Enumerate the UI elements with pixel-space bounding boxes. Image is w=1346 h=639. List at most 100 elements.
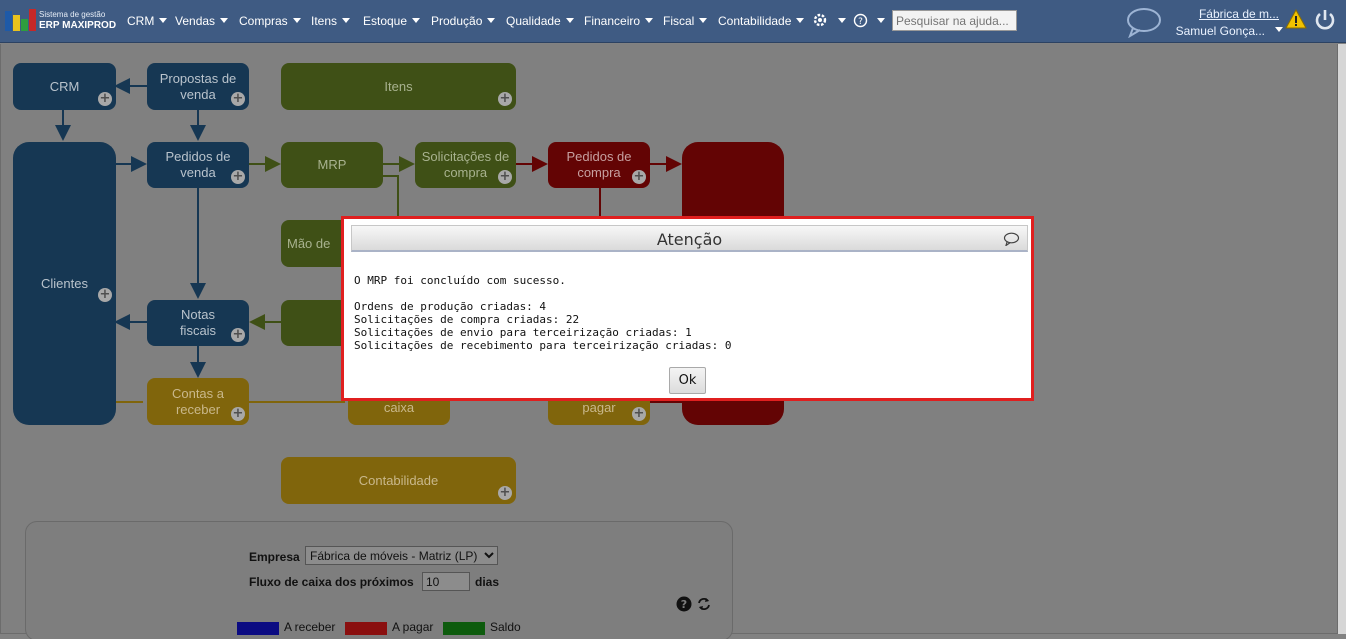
node-crm[interactable]: CRM + (13, 63, 116, 110)
chevron-down-icon (796, 18, 805, 23)
refresh-icon[interactable] (697, 597, 711, 611)
empresa-select[interactable]: Fábrica de móveis - Matriz (LP) (305, 546, 498, 565)
add-icon[interactable]: + (231, 407, 245, 421)
help-menu[interactable]: ? (853, 13, 885, 28)
node-label: caixa (383, 400, 415, 415)
legend-swatch-receber (237, 622, 279, 635)
warning-icon[interactable] (1285, 9, 1307, 29)
menu-vendas[interactable]: Vendas (175, 14, 229, 28)
chevron-down-icon[interactable] (1275, 27, 1283, 32)
add-icon[interactable]: + (98, 288, 112, 302)
node-contabilidade[interactable]: Contabilidade + (281, 457, 516, 504)
fluxo-label: Fluxo de caixa dos próximos (249, 575, 414, 589)
add-icon[interactable]: + (632, 407, 646, 421)
node-pedidos-compra[interactable]: Pedidos de compra + (548, 142, 650, 188)
node-notas-fiscais[interactable]: Notas fiscais + (147, 300, 249, 346)
menu-fiscal[interactable]: Fiscal (663, 14, 708, 28)
node-label: Mão de (287, 235, 331, 251)
add-icon[interactable]: + (632, 170, 646, 184)
add-icon[interactable]: + (498, 486, 512, 500)
node-label: CRM (49, 78, 80, 94)
user-name[interactable]: Samuel Gonça... (1176, 24, 1265, 38)
menu-itens[interactable]: Itens (311, 14, 351, 28)
svg-text:?: ? (681, 598, 687, 611)
chevron-down-icon (838, 18, 846, 23)
chat-bubble-icon[interactable] (1125, 6, 1163, 38)
add-icon[interactable]: + (498, 92, 512, 106)
menu-compras[interactable]: Compras (239, 14, 301, 28)
add-icon[interactable]: + (498, 170, 512, 184)
menu-label: Contabilidade (718, 14, 792, 28)
menu-estoque[interactable]: Estoque (363, 14, 421, 28)
dialog-line: Ordens de produção criadas: 4 (354, 300, 547, 313)
chevron-down-icon (220, 18, 229, 23)
mrp-result-dialog: Atenção O MRP foi concluído com sucesso.… (341, 216, 1034, 401)
legend-pagar: A pagar (392, 620, 434, 634)
legend-saldo: Saldo (490, 620, 521, 634)
dialog-header[interactable]: Atenção (351, 225, 1028, 252)
chevron-down-icon (292, 18, 301, 23)
node-mrp[interactable]: MRP (281, 142, 383, 188)
menu-contabilidade[interactable]: Contabilidade (718, 14, 805, 28)
chevron-down-icon (699, 18, 708, 23)
menu-label: Financeiro (584, 14, 641, 28)
empresa-label: Empresa (249, 550, 300, 564)
node-label: MRP (317, 157, 347, 172)
node-label: Clientes (41, 275, 88, 291)
logo-subtitle: Sistema de gestão (39, 10, 106, 19)
top-navigation-bar: Sistema de gestão ERP MAXIPROD CRM Venda… (0, 0, 1346, 43)
menu-label: Itens (311, 14, 338, 28)
company-link[interactable]: Fábrica de m... (1199, 7, 1279, 21)
help-icon: ? (853, 13, 868, 28)
logo-title: ERP MAXIPROD (39, 20, 117, 31)
cashflow-panel: Empresa Fábrica de móveis - Matriz (LP) … (25, 521, 733, 639)
node-clientes[interactable]: Clientes + (13, 142, 116, 425)
comment-icon[interactable] (1003, 232, 1020, 246)
node-label: Contas a receber (171, 385, 225, 417)
add-icon[interactable]: + (231, 170, 245, 184)
dialog-title: Atenção (656, 230, 723, 249)
add-icon[interactable]: + (98, 92, 112, 106)
power-icon[interactable] (1313, 8, 1337, 32)
help-icon[interactable]: ? (676, 596, 692, 612)
legend-swatch-saldo (443, 622, 485, 635)
menu-label: Compras (239, 14, 288, 28)
add-icon[interactable]: + (231, 328, 245, 342)
node-label: Notas fiscais (179, 307, 217, 338)
menu-qualidade[interactable]: Qualidade (506, 14, 574, 28)
menu-producao[interactable]: Produção (431, 14, 496, 28)
fluxo-days-input[interactable] (422, 572, 470, 591)
node-itens[interactable]: Itens + (281, 63, 516, 110)
settings-menu[interactable] (811, 11, 846, 29)
vertical-scrollbar[interactable] (1338, 44, 1346, 634)
menu-label: Vendas (175, 14, 216, 28)
dialog-line: Solicitações de compra criadas: 22 (354, 313, 580, 326)
dialog-line: Solicitações de recebimento para terceir… (354, 339, 732, 352)
menu-label: Estoque (363, 14, 408, 28)
node-pedidos-venda[interactable]: Pedidos de venda + (147, 142, 249, 188)
dias-label: dias (475, 575, 500, 589)
chevron-down-icon (645, 18, 654, 23)
node-propostas-venda[interactable]: Propostas de venda + (147, 63, 249, 110)
node-label: Contabilidade (358, 472, 439, 488)
menu-crm[interactable]: CRM (127, 14, 168, 28)
node-label: Pedidos de compra (566, 149, 632, 180)
chevron-down-icon (487, 18, 496, 23)
node-label: pagar (582, 400, 616, 415)
help-search-input[interactable] (892, 10, 1017, 31)
node-label: Solicitações de compra (421, 149, 510, 180)
node-solicitacoes-compra[interactable]: Solicitações de compra + (415, 142, 516, 188)
legend-receber: A receber (284, 620, 336, 634)
node-label: Propostas de venda (159, 70, 237, 102)
menu-label: Qualidade (506, 14, 561, 28)
add-icon[interactable]: + (231, 92, 245, 106)
ok-button[interactable]: Ok (669, 367, 706, 394)
maxiprod-logo-icon[interactable] (5, 9, 36, 33)
menu-financeiro[interactable]: Financeiro (584, 14, 654, 28)
svg-text:?: ? (858, 17, 863, 27)
dialog-message: O MRP foi concluído com sucesso. (354, 274, 566, 287)
menu-label: Fiscal (663, 14, 695, 28)
gear-icon (813, 13, 827, 27)
node-contas-receber[interactable]: Contas a receber + (147, 378, 249, 425)
legend-swatch-pagar (345, 622, 387, 635)
